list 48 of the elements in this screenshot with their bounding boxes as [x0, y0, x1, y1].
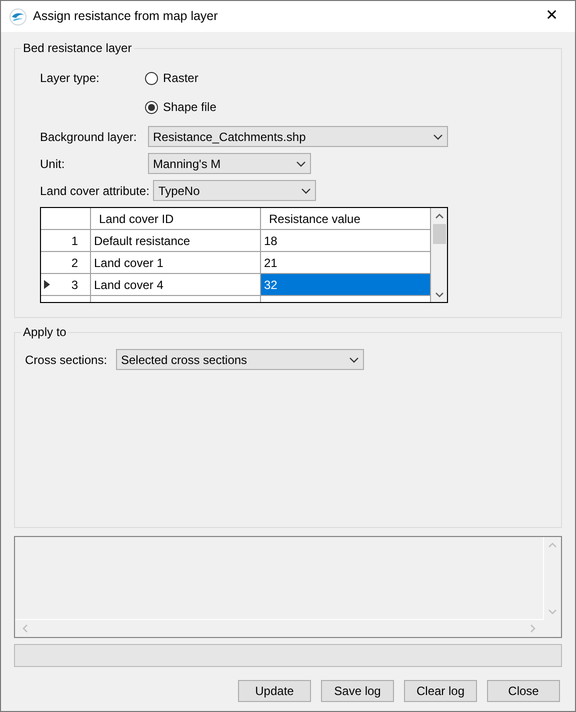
scroll-up-icon[interactable]	[434, 213, 444, 219]
dropdown-value: Selected cross sections	[121, 352, 248, 368]
table-cell[interactable]: Land cover 4	[91, 274, 261, 296]
dialog-button[interactable]: Clear log	[404, 680, 477, 702]
dropdown-value: Resistance_Catchments.shp	[153, 128, 306, 146]
field-label: Cross sections:	[25, 352, 108, 368]
background-layer-dropdown[interactable]: Resistance_Catchments.shp	[148, 126, 448, 147]
land-cover-attribute-dropdown[interactable]: TypeNo	[153, 180, 316, 201]
row-number: 2	[71, 254, 78, 272]
caret-icon	[433, 134, 443, 140]
dropdown-value: TypeNo	[158, 182, 200, 200]
dropdown-value: Manning's M	[153, 156, 221, 172]
field-label: Unit:	[40, 156, 66, 172]
table-cell[interactable]: Default resistance	[91, 230, 261, 252]
row-header[interactable]: 1	[41, 230, 91, 252]
table-cell[interactable]: 32	[261, 274, 431, 296]
row-number: 1	[71, 232, 78, 250]
scroll-left-icon[interactable]	[22, 624, 28, 633]
log-text-area[interactable]	[15, 537, 544, 620]
row-header[interactable]: 2	[41, 252, 91, 274]
radio-label[interactable]: Shape file	[163, 98, 216, 116]
row-number: 3	[71, 276, 78, 294]
dialog-button[interactable]: Close	[487, 680, 560, 702]
table-cell[interactable]: Land cover 1	[91, 252, 261, 274]
radio-label[interactable]: Raster	[163, 69, 198, 87]
radio-button[interactable]	[145, 72, 158, 84]
field-label: Layer type:	[40, 70, 100, 87]
group-title: Bed resistance layer	[21, 41, 134, 55]
scroll-right-icon[interactable]	[530, 624, 536, 633]
dialog-button[interactable]: Update	[238, 680, 311, 702]
row-header[interactable]: 3	[41, 274, 91, 296]
radio-button[interactable]	[145, 100, 158, 114]
field-label: Land cover attribute:	[40, 182, 150, 200]
group-title: Apply to	[21, 325, 68, 339]
cross-sections-dropdown[interactable]: Selected cross sections	[116, 349, 364, 370]
window-title: Assign resistance from map layer	[33, 8, 219, 26]
unit-dropdown[interactable]: Manning's M	[148, 153, 311, 174]
dialog-button[interactable]: Save log	[321, 680, 394, 702]
caret-icon	[301, 188, 312, 194]
field-label: Background layer:	[40, 128, 138, 146]
scrollbar-thumb[interactable]	[432, 224, 446, 244]
caret-icon	[349, 356, 359, 362]
caret-icon	[296, 160, 306, 166]
current-row-icon	[44, 280, 50, 289]
column-header[interactable]: Land cover ID	[91, 208, 261, 230]
column-header[interactable]: Resistance value	[261, 208, 431, 230]
scroll-down-icon[interactable]	[434, 292, 444, 298]
app-logo-icon	[9, 8, 27, 26]
